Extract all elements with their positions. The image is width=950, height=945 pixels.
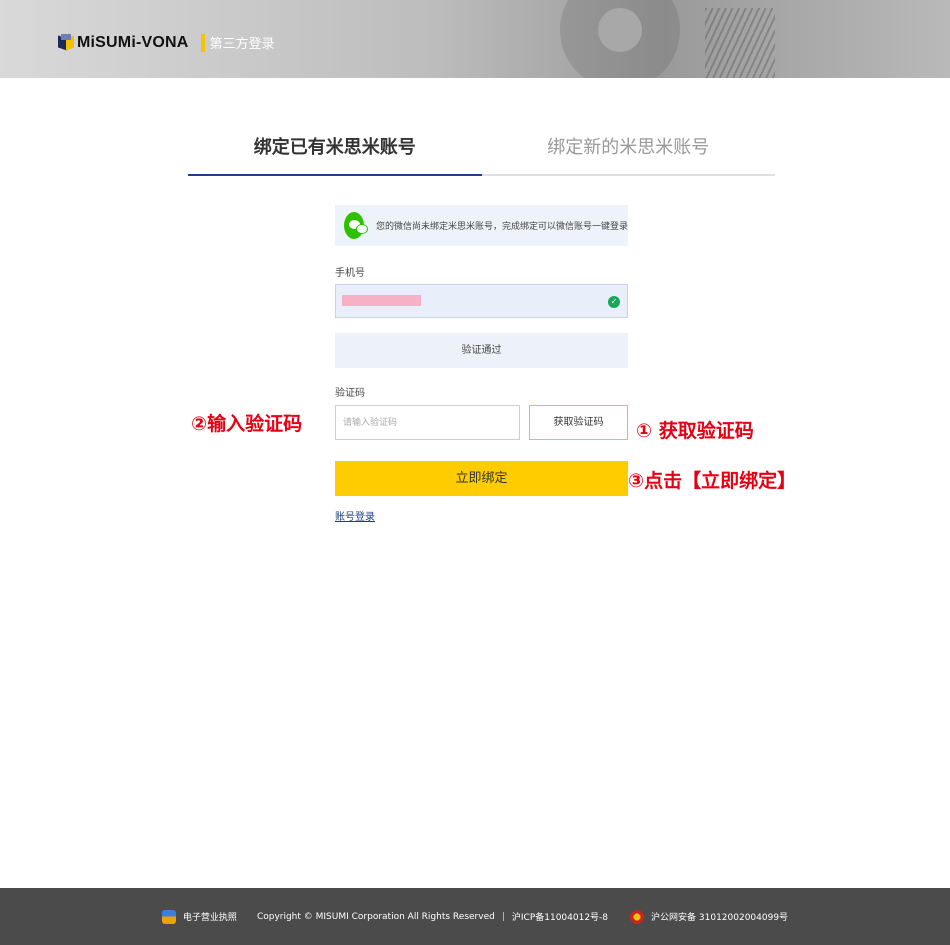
footer-separator: | xyxy=(501,911,505,922)
icp-link[interactable]: 沪ICP备11004012号-8 xyxy=(512,910,608,923)
wechat-icon xyxy=(344,212,368,239)
license-link[interactable]: 电子营业执照 xyxy=(161,909,237,924)
police-badge-icon xyxy=(630,909,645,924)
gear-graphic xyxy=(560,0,680,78)
annotation-step2: ②输入验证码 xyxy=(191,413,303,435)
page-header: MiSUMi-VONA 第三方登录 xyxy=(0,0,950,78)
logo-divider xyxy=(200,33,205,52)
police-link[interactable]: 沪公网安备 31012002004099号 xyxy=(630,909,789,924)
police-text: 沪公网安备 31012002004099号 xyxy=(651,913,789,923)
get-code-button[interactable]: 获取验证码 xyxy=(529,405,628,440)
code-input[interactable] xyxy=(335,405,520,440)
account-login-link[interactable]: 账号登录 xyxy=(335,508,375,523)
phone-label: 手机号 xyxy=(335,268,365,279)
annotation-step3: ③点击【立即绑定】 xyxy=(628,470,797,492)
ruler-graphic xyxy=(705,8,775,78)
wechat-notice: 您的微信尚未绑定米思米账号，完成绑定可以微信账号一键登录 xyxy=(335,205,628,246)
logo[interactable]: MiSUMi-VONA 第三方登录 xyxy=(58,33,275,52)
logo-text: MiSUMi-VONA xyxy=(77,33,189,51)
code-label: 验证码 xyxy=(335,388,365,399)
page-footer: 电子营业执照 Copyright © MISUMI Corporation Al… xyxy=(0,888,950,945)
copyright-text: Copyright © MISUMI Corporation All Right… xyxy=(256,911,495,922)
tab-bind-existing[interactable]: 绑定已有米思米账号 xyxy=(188,128,482,176)
license-text: 电子营业执照 xyxy=(182,913,237,923)
bind-now-button[interactable]: 立即绑定 xyxy=(335,461,628,496)
cube-logo-icon xyxy=(58,33,74,52)
annotation-step1: ① 获取验证码 xyxy=(636,420,754,442)
bind-tabs: 绑定已有米思米账号 绑定新的米思米账号 xyxy=(188,128,775,176)
tab-bind-new[interactable]: 绑定新的米思米账号 xyxy=(482,128,776,174)
check-circle-icon: ✓ xyxy=(608,296,620,308)
license-icon xyxy=(161,909,176,924)
phone-input[interactable]: ✓ xyxy=(335,284,628,318)
verified-status: 验证通过 xyxy=(335,333,628,368)
phone-redacted-mask xyxy=(342,295,421,306)
header-subtitle: 第三方登录 xyxy=(209,37,275,52)
notice-text: 您的微信尚未绑定米思米账号，完成绑定可以微信账号一键登录 xyxy=(375,222,628,232)
